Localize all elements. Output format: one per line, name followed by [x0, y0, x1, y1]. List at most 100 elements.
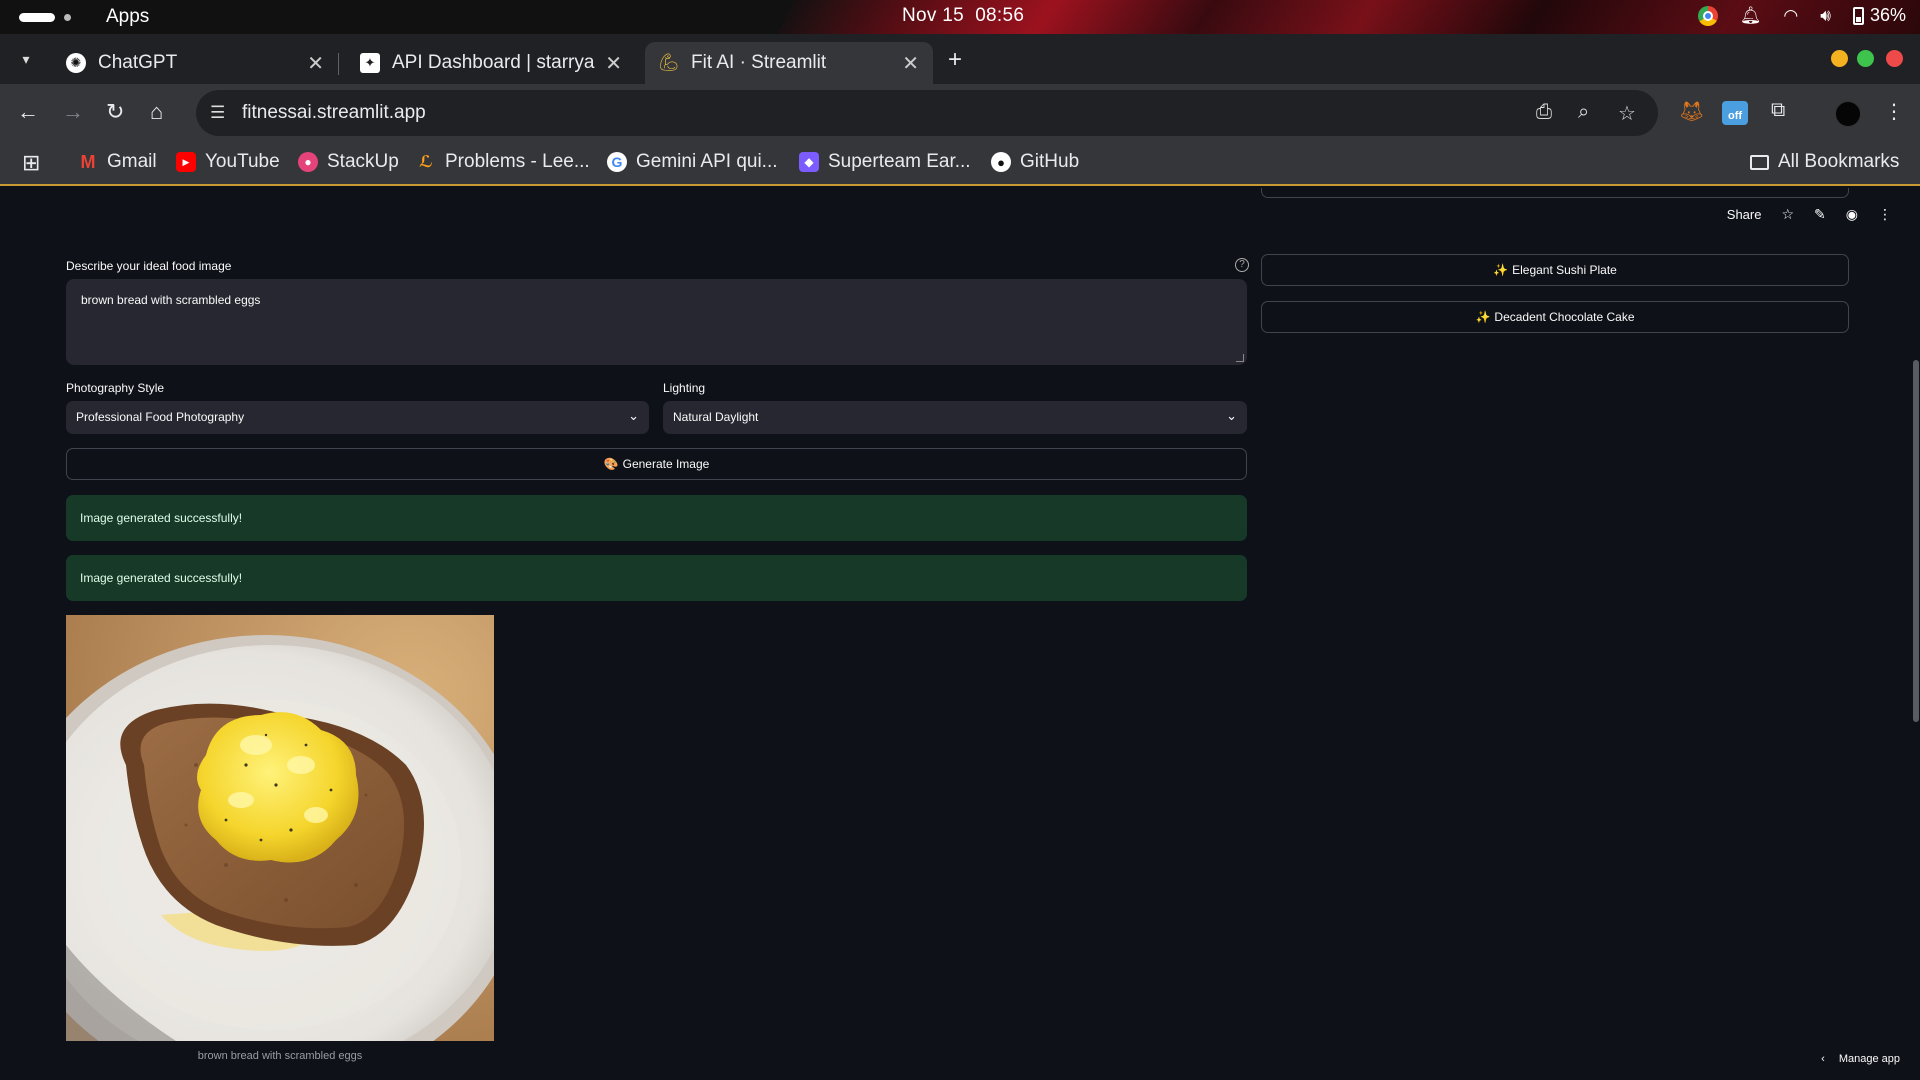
bookmark-label: Gemini API qui...	[636, 151, 778, 172]
more-menu-icon[interactable]: ⋮	[1878, 206, 1892, 223]
example-chocolate-cake-button[interactable]: ✨ Decadent Chocolate Cake	[1261, 301, 1849, 333]
lighting-value: Natural Daylight	[673, 410, 759, 424]
bookmarks-bar: M Gmail ▶ YouTube ● StackUp ℒ Problems -…	[0, 142, 1920, 186]
profile-avatar[interactable]	[1835, 101, 1861, 127]
share-button[interactable]: Share	[1727, 207, 1762, 222]
palette-icon: 🎨	[603, 457, 619, 471]
home-icon[interactable]: ⌂	[150, 101, 163, 123]
scrolled-text-fragment	[66, 226, 266, 232]
clock-date: Nov 15	[902, 5, 965, 26]
flexed-biceps-icon: 💪︎	[658, 53, 680, 72]
example-button-partial[interactable]	[1261, 188, 1849, 198]
page-scrollbar[interactable]	[1913, 360, 1919, 722]
manage-app-button[interactable]: ‹ Manage app	[1821, 1053, 1900, 1065]
github-icon[interactable]: ◉	[1846, 206, 1858, 223]
bookmark-label: YouTube	[205, 151, 280, 172]
generate-image-label: Generate Image	[622, 457, 710, 471]
google-icon: G	[607, 152, 627, 172]
bookmark-label: GitHub	[1020, 151, 1080, 172]
stackup-icon: ●	[298, 152, 318, 172]
edit-pencil-icon[interactable]: ✎	[1814, 206, 1826, 223]
bread-eggs-illustration	[66, 615, 494, 1041]
tab-search-chevron-icon[interactable]: ▾	[14, 47, 38, 71]
bookmark-leetcode[interactable]: ℒ Problems - Lee...	[416, 151, 590, 173]
bookmark-star-icon[interactable]: ☆	[1618, 101, 1636, 126]
apps-grid-icon[interactable]: ⊞	[22, 150, 40, 176]
example-elegant-sushi-button[interactable]: ✨ Elegant Sushi Plate	[1261, 254, 1849, 286]
metamask-icon[interactable]: 🦊︎	[1679, 99, 1704, 124]
wifi-icon[interactable]: ◠	[1783, 6, 1798, 26]
close-window-button[interactable]	[1886, 50, 1903, 67]
browser-toolbar: ← → ↻ ⌂ ☰ fitnessai.streamlit.app ⎙ ⌕ ☆ …	[0, 84, 1920, 142]
workspace-dot[interactable]	[64, 14, 71, 21]
system-tray[interactable]: 🔔︎ ◠ 🔊︎ 36%	[1697, 5, 1906, 26]
bookmark-superteam[interactable]: ◆ Superteam Ear...	[799, 151, 971, 173]
example-label: Elegant Sushi Plate	[1512, 263, 1617, 277]
success-alert: Image generated successfully!	[66, 555, 1247, 601]
site-settings-icon[interactable]: ☰	[210, 103, 225, 123]
starryai-icon: ✦	[360, 53, 380, 73]
close-icon[interactable]: ✕	[307, 51, 324, 76]
photography-style-value: Professional Food Photography	[76, 410, 245, 424]
volume-icon[interactable]: 🔊︎	[1820, 6, 1831, 26]
bookmark-youtube[interactable]: ▶ YouTube	[176, 151, 280, 173]
help-icon[interactable]: ?	[1235, 258, 1249, 272]
generated-food-image[interactable]	[66, 615, 494, 1041]
folder-icon	[1750, 154, 1769, 170]
chrome-icon[interactable]	[1697, 5, 1718, 26]
battery-percent: 36%	[1869, 5, 1906, 25]
bookmark-stackup[interactable]: ● StackUp	[298, 151, 399, 173]
lighting-label: Lighting	[663, 381, 706, 395]
reload-icon[interactable]: ↻	[106, 101, 124, 123]
all-bookmarks[interactable]: All Bookmarks	[1750, 151, 1899, 173]
example-label: Decadent Chocolate Cake	[1494, 310, 1635, 324]
workspace-indicator[interactable]	[19, 13, 55, 22]
browser-menu-icon[interactable]: ⋮	[1884, 99, 1904, 124]
tab-chatgpt[interactable]: ✺ ChatGPT ✕	[52, 42, 339, 84]
address-bar[interactable]: ☰ fitnessai.streamlit.app ⎙ ⌕ ☆	[196, 90, 1658, 136]
food-description-input[interactable]: brown bread with scrambled eggs	[66, 279, 1247, 365]
star-icon[interactable]: ☆	[1781, 206, 1794, 223]
battery-status[interactable]: 36%	[1852, 5, 1906, 26]
photography-style-select[interactable]: Professional Food Photography ⌄	[66, 401, 649, 434]
install-app-icon[interactable]: ⎙	[1536, 101, 1552, 124]
chevron-down-icon: ⌄	[628, 408, 639, 423]
success-message: Image generated successfully!	[80, 571, 243, 585]
close-icon[interactable]: ✕	[902, 51, 919, 76]
lighting-select[interactable]: Natural Daylight ⌄	[663, 401, 1247, 434]
generate-image-button[interactable]: 🎨 Generate Image	[66, 448, 1247, 480]
zoom-icon[interactable]: ⌕	[1578, 101, 1589, 124]
forward-arrow-icon[interactable]: →	[62, 101, 84, 123]
food-description-value: brown bread with scrambled eggs	[81, 293, 261, 307]
image-caption: brown bread with scrambled eggs	[197, 1050, 363, 1062]
tab-fit-ai[interactable]: 💪︎ Fit AI · Streamlit ✕	[645, 42, 933, 84]
new-tab-plus-icon[interactable]: +	[948, 46, 962, 74]
all-bookmarks-label: All Bookmarks	[1778, 151, 1900, 172]
streamlit-app: Share ☆ ✎ ◉ ⋮ Describe your ideal food i…	[0, 188, 1920, 1080]
url-text[interactable]: fitnessai.streamlit.app	[242, 102, 426, 124]
success-message: Image generated successfully!	[80, 511, 243, 525]
bookmark-gmail[interactable]: M Gmail	[78, 151, 157, 173]
superteam-icon: ◆	[799, 152, 819, 172]
battery-icon	[1852, 7, 1864, 26]
maximize-window-button[interactable]	[1857, 50, 1874, 67]
apps-menu[interactable]: Apps	[106, 6, 149, 28]
clock-time: 08:56	[975, 5, 1025, 26]
bookmark-gemini-api[interactable]: G Gemini API qui...	[607, 151, 778, 173]
extension-off-icon[interactable]: off	[1722, 101, 1748, 125]
youtube-icon: ▶	[176, 152, 196, 172]
extensions-puzzle-icon[interactable]: ⧉	[1771, 99, 1785, 122]
close-icon[interactable]: ✕	[605, 51, 622, 76]
sparkles-icon: ✨	[1475, 310, 1491, 324]
tab-api-dashboard[interactable]: ✦ API Dashboard | starryai ✕	[346, 42, 636, 84]
back-arrow-icon[interactable]: ←	[17, 101, 39, 123]
resize-handle[interactable]	[1236, 354, 1244, 362]
sparkles-icon: ✨	[1493, 263, 1509, 277]
bookmark-github[interactable]: ● GitHub	[991, 151, 1079, 173]
notification-icon[interactable]: 🔔︎	[1740, 6, 1762, 26]
gmail-icon: M	[80, 151, 96, 172]
bookmark-label: StackUp	[327, 151, 399, 172]
clock[interactable]: Nov 15 08:56	[902, 5, 1024, 27]
extension-off-label: off	[1727, 110, 1743, 122]
minimize-window-button[interactable]	[1831, 50, 1848, 67]
